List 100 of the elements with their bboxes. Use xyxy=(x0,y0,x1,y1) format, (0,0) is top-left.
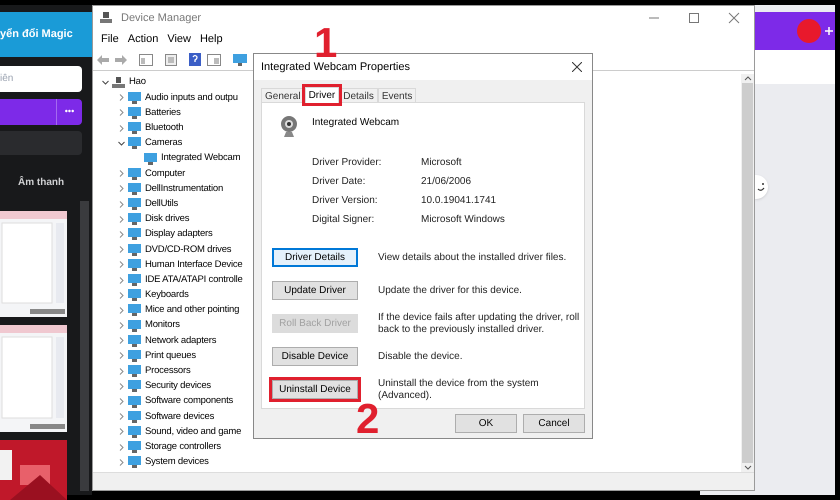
tree-item[interactable]: Keyboards xyxy=(145,288,189,302)
properties-pane-icon[interactable] xyxy=(139,54,153,66)
collapsed-chevron-icon[interactable] xyxy=(118,428,125,436)
tree-item[interactable]: Cameras xyxy=(145,136,182,150)
collapsed-chevron-icon[interactable] xyxy=(118,185,125,192)
tree-item[interactable]: DellUtils xyxy=(145,196,178,212)
collapsed-chevron-icon[interactable] xyxy=(118,124,125,132)
expanded-chevron-icon[interactable] xyxy=(102,79,109,86)
device-icon xyxy=(128,441,141,454)
property-value: 21/06/2006 xyxy=(421,175,472,189)
floating-button[interactable] xyxy=(755,175,768,199)
tree-item[interactable]: Computer xyxy=(145,166,186,181)
tab-label[interactable]: Âm thanh xyxy=(18,176,64,188)
tree-item[interactable]: Bluetooth xyxy=(145,121,184,136)
action-description: Update the driver for this device. xyxy=(378,284,523,296)
collapsed-chevron-icon[interactable] xyxy=(118,382,125,390)
help-icon[interactable] xyxy=(189,53,201,66)
collapsed-chevron-icon[interactable] xyxy=(118,398,125,406)
collapsed-chevron-icon[interactable] xyxy=(118,368,125,375)
menu-item[interactable]: View xyxy=(163,31,195,48)
dialog-button[interactable]: OK xyxy=(455,414,517,433)
collapsed-chevron-icon[interactable] xyxy=(118,261,125,268)
tree-item[interactable]: Software devices xyxy=(145,410,214,424)
tree-item[interactable]: Batteries xyxy=(145,106,181,120)
menu-item[interactable]: Help xyxy=(196,31,227,48)
tree-item[interactable]: DVD/CD-ROM drives xyxy=(145,242,232,257)
collapsed-chevron-icon[interactable] xyxy=(118,94,125,102)
tab[interactable]: General xyxy=(261,88,305,102)
monitor-icon[interactable] xyxy=(233,54,247,66)
collapsed-chevron-icon[interactable] xyxy=(118,276,125,284)
property-label: Driver Version: xyxy=(312,194,379,208)
tree-item[interactable]: IDE ATA/ATAPI controlle xyxy=(145,272,243,288)
collapsed-chevron-icon[interactable] xyxy=(118,216,125,223)
tab[interactable]: Events xyxy=(378,88,416,102)
driver-action-button[interactable]: Uninstall Device xyxy=(272,380,358,399)
device-icon xyxy=(128,122,141,134)
scrollbar[interactable] xyxy=(80,200,89,490)
device-icon xyxy=(128,456,141,468)
collapsed-chevron-icon[interactable] xyxy=(118,458,125,466)
device-icon xyxy=(128,213,141,226)
tree-item[interactable]: Hao xyxy=(129,75,146,90)
close-icon[interactable] xyxy=(572,62,582,72)
tree-item[interactable]: Monitors xyxy=(145,318,180,333)
collapsed-chevron-icon[interactable] xyxy=(118,306,125,314)
driver-action-button[interactable]: Update Driver xyxy=(272,281,358,300)
scroll-thumb[interactable] xyxy=(742,83,753,463)
tree-item[interactable]: Storage controllers xyxy=(145,440,221,454)
menu-item[interactable]: Action xyxy=(124,31,162,48)
tree-item[interactable]: Security devices xyxy=(145,379,211,394)
forward-arrow-icon[interactable] xyxy=(115,54,127,64)
menu-item[interactable]: File xyxy=(97,31,123,48)
collapsed-chevron-icon[interactable] xyxy=(118,109,125,116)
tree-item[interactable]: Integrated Webcam xyxy=(161,151,240,166)
tree-item[interactable]: Human Interface Device xyxy=(145,258,243,272)
tree-item[interactable]: Software components xyxy=(145,394,234,409)
tree-item[interactable]: Print queues xyxy=(145,348,196,364)
collapsed-chevron-icon[interactable] xyxy=(118,337,125,344)
tree-item[interactable]: System devices xyxy=(145,455,209,470)
scroll-up-icon[interactable] xyxy=(744,76,752,81)
collapsed-chevron-icon[interactable] xyxy=(118,352,125,360)
tree-item[interactable]: Disk drives xyxy=(145,212,190,226)
device-icon xyxy=(128,258,141,271)
tree-item[interactable]: Audio inputs and outpu xyxy=(145,90,238,105)
expanded-chevron-icon[interactable] xyxy=(118,140,125,147)
scroll-down-icon[interactable] xyxy=(744,465,752,470)
collapsed-chevron-icon[interactable] xyxy=(118,444,125,451)
more-button[interactable]: ••• xyxy=(56,98,82,124)
action-bar[interactable]: ••• xyxy=(0,98,82,124)
collapsed-chevron-icon[interactable] xyxy=(118,230,125,238)
driver-action-button[interactable]: Disable Device xyxy=(272,347,358,366)
maximize-icon[interactable] xyxy=(688,12,700,24)
driver-action-button[interactable]: Driver Details xyxy=(272,248,358,267)
device-icon xyxy=(128,320,141,332)
webcam-icon xyxy=(280,115,298,139)
device-icon xyxy=(128,365,141,378)
action-description: Disable the device. xyxy=(378,350,464,362)
tree-item[interactable]: Mice and other pointing xyxy=(145,303,240,318)
collapsed-chevron-icon[interactable] xyxy=(118,246,125,254)
tree-item[interactable]: Processors xyxy=(145,364,191,378)
tree-item[interactable]: Sound, video and game xyxy=(145,424,242,440)
panel-icon[interactable] xyxy=(207,54,221,66)
vertical-scrollbar[interactable] xyxy=(741,74,754,472)
device-icon xyxy=(128,228,141,240)
tab[interactable]: Details xyxy=(339,88,378,102)
collapsed-chevron-icon[interactable] xyxy=(118,413,125,420)
tree-item[interactable]: DellInstrumentation xyxy=(145,182,224,196)
plus-icon[interactable] xyxy=(825,27,833,35)
document-icon[interactable] xyxy=(165,54,177,66)
dialog-button[interactable]: Cancel xyxy=(523,414,585,433)
tree-item[interactable]: Display adapters xyxy=(145,227,213,242)
collapsed-chevron-icon[interactable] xyxy=(118,170,125,178)
collapsed-chevron-icon[interactable] xyxy=(118,322,125,330)
action-description: If the device fails after updating the driver, roll back to the previously installed driver. xyxy=(378,312,580,336)
tree-item[interactable]: Network adapters xyxy=(145,334,216,348)
device-icon xyxy=(128,198,141,210)
back-arrow-icon[interactable] xyxy=(97,54,109,64)
tab[interactable]: Driver xyxy=(304,87,340,103)
collapsed-chevron-icon[interactable] xyxy=(118,292,125,299)
collapsed-chevron-icon[interactable] xyxy=(118,200,125,208)
search-field[interactable]: iên xyxy=(0,66,82,92)
